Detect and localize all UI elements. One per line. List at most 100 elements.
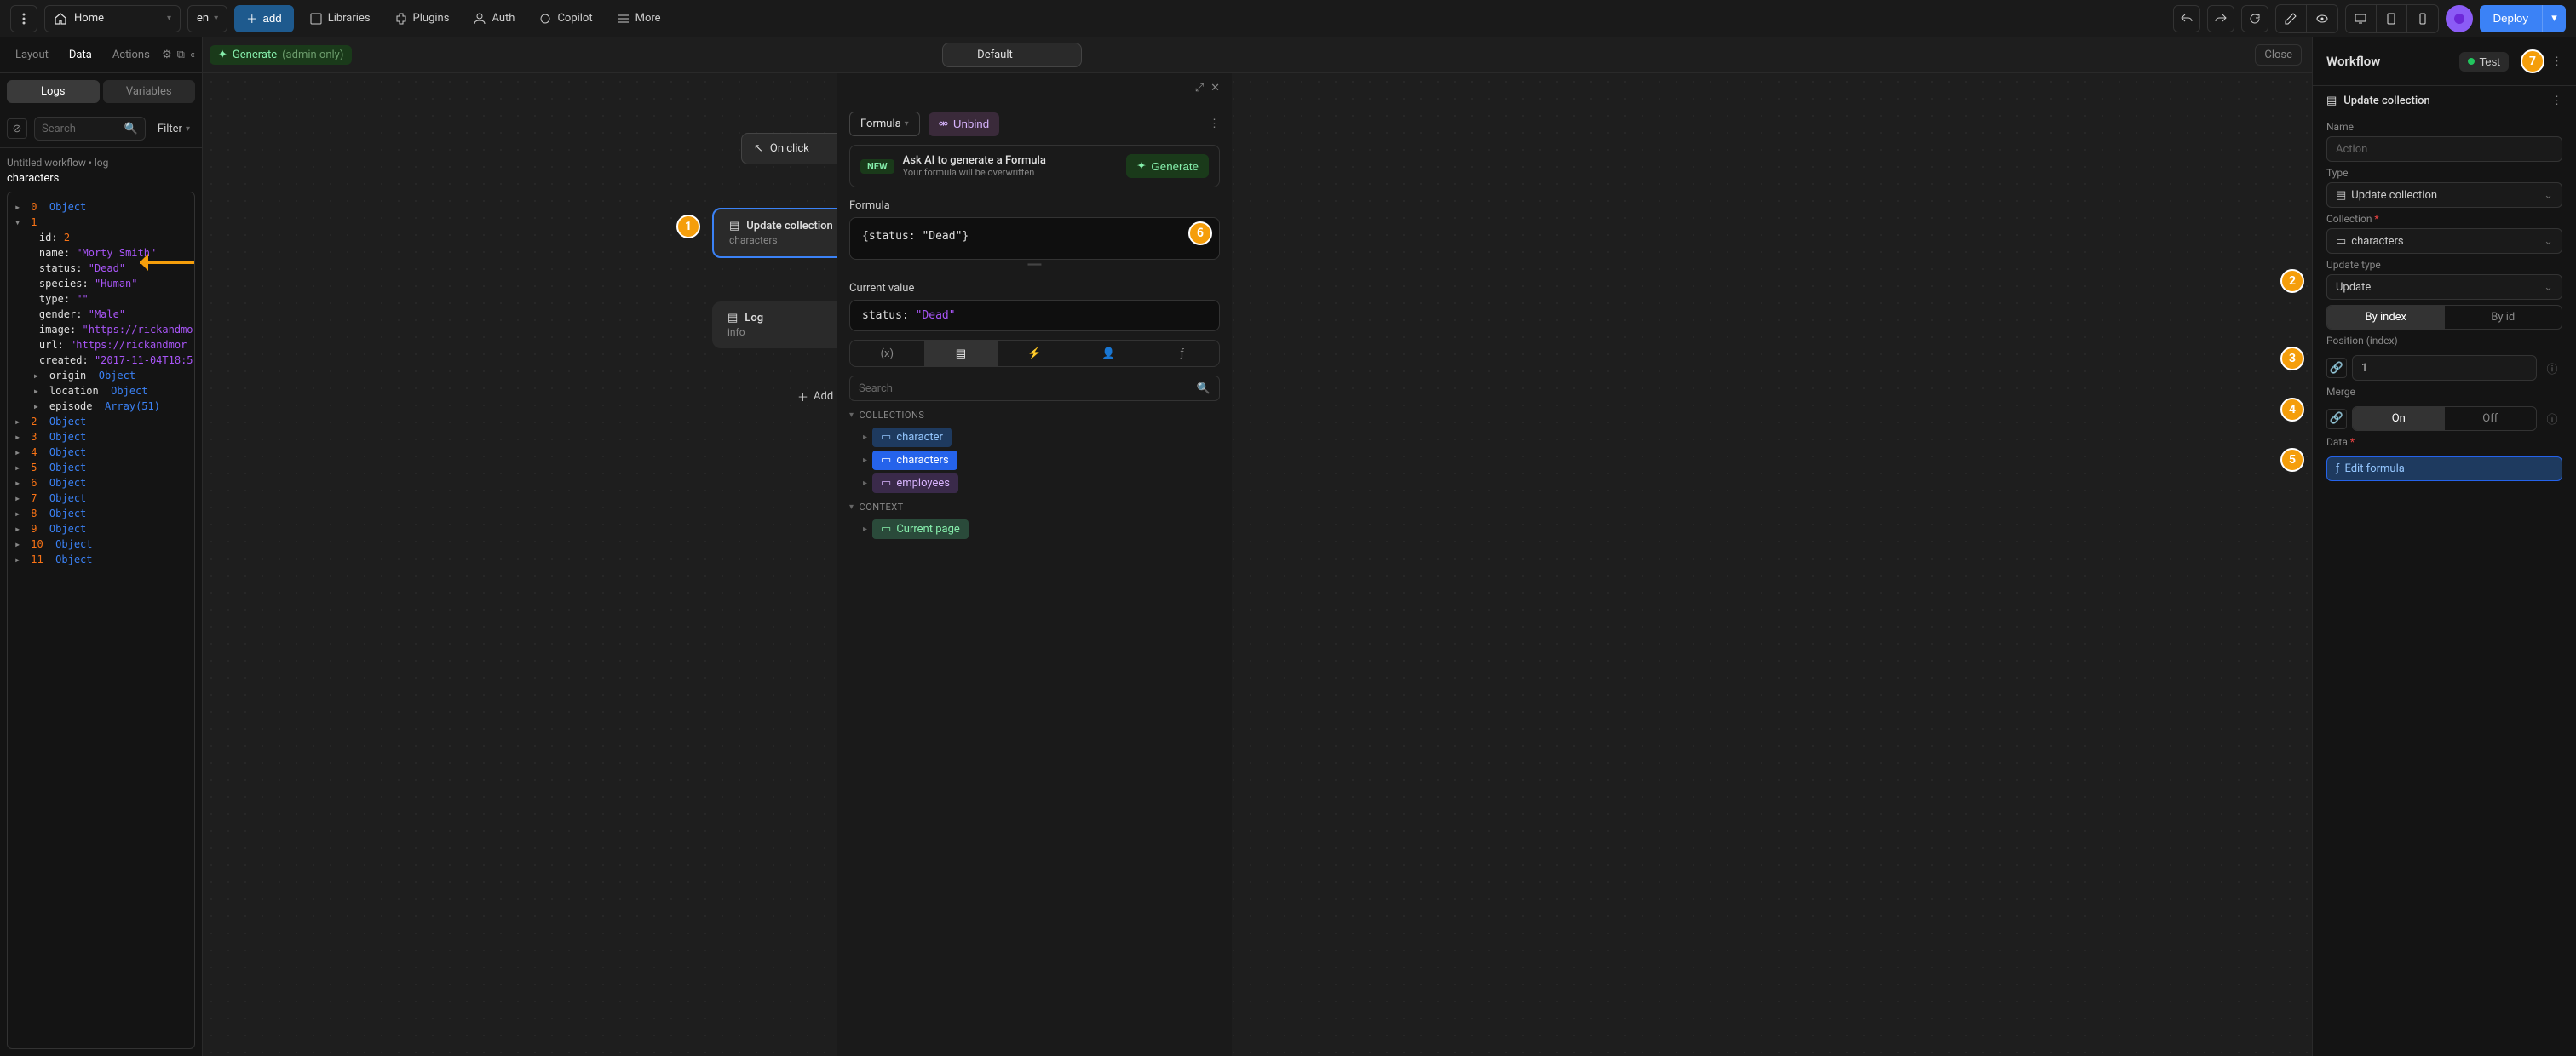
merge-info-button[interactable]: ⓘ bbox=[2542, 409, 2562, 429]
language-select[interactable]: en ▾ bbox=[187, 5, 227, 32]
collection-select[interactable]: ▭ characters bbox=[2326, 228, 2562, 254]
action-more-button[interactable]: ⋮ bbox=[2551, 95, 2562, 107]
close-button[interactable]: Close bbox=[2255, 44, 2302, 66]
field-label-data: Data bbox=[2326, 436, 2348, 448]
subtab-logs[interactable]: Logs bbox=[7, 80, 100, 103]
tab-action[interactable]: ⚡ bbox=[998, 341, 1072, 366]
language-label: en bbox=[197, 12, 209, 25]
redo-button[interactable] bbox=[2207, 5, 2234, 32]
caret-icon[interactable]: ▾ bbox=[14, 215, 25, 230]
chevron-right-icon[interactable]: ▸ bbox=[863, 479, 867, 488]
refresh-button[interactable] bbox=[2241, 5, 2268, 32]
mobile-device[interactable] bbox=[2407, 5, 2438, 32]
workflow-more-button[interactable]: ⋮ bbox=[2551, 55, 2562, 68]
unbind-button[interactable]: ⚮ Unbind bbox=[929, 112, 999, 136]
page-select[interactable]: Home ▾ bbox=[44, 5, 181, 32]
caret-icon[interactable]: ▸ bbox=[33, 399, 43, 414]
tab-variable[interactable]: (x) bbox=[850, 341, 924, 366]
by-index-option[interactable]: By index bbox=[2327, 306, 2445, 329]
caret-icon[interactable]: ▸ bbox=[14, 199, 25, 215]
libraries-menu[interactable]: Libraries bbox=[301, 5, 379, 32]
copilot-menu[interactable]: Copilot bbox=[530, 5, 601, 32]
chevron-right-icon[interactable]: ▸ bbox=[863, 456, 867, 465]
bind-position-button[interactable]: 🔗 bbox=[2326, 358, 2347, 378]
tab-layout[interactable]: Layout bbox=[7, 43, 57, 66]
context-current-page[interactable]: ▭Current page bbox=[872, 519, 969, 539]
caret-icon[interactable]: ▸ bbox=[14, 429, 25, 445]
edit-mode[interactable] bbox=[2276, 5, 2307, 32]
subtab-variables[interactable]: Variables bbox=[103, 80, 196, 103]
formula-input[interactable]: {status: "Dead"} 6 bbox=[849, 217, 1220, 260]
position-info-button[interactable]: ⓘ bbox=[2542, 358, 2562, 378]
plugins-menu[interactable]: Plugins bbox=[386, 5, 458, 32]
collection-character[interactable]: ▭character bbox=[872, 428, 952, 447]
caret-icon[interactable]: ▸ bbox=[14, 460, 25, 475]
caret-icon[interactable]: ▸ bbox=[14, 506, 25, 521]
edit-formula-button[interactable]: ƒ Edit formula bbox=[2326, 456, 2562, 481]
ai-generate-button[interactable]: ✦ Generate bbox=[1126, 154, 1209, 178]
tab-formula[interactable]: ƒ bbox=[1145, 341, 1219, 366]
variant-select[interactable]: Default bbox=[942, 43, 1082, 67]
user-avatar[interactable] bbox=[2446, 5, 2473, 32]
caret-icon[interactable]: ▸ bbox=[14, 414, 25, 429]
caret-icon[interactable]: ▸ bbox=[14, 445, 25, 460]
filter-button[interactable]: Filter ▾ bbox=[152, 123, 195, 135]
more-menu[interactable]: More bbox=[608, 5, 670, 32]
generate-chip[interactable]: ✦ Generate (admin only) bbox=[210, 45, 352, 65]
caret-icon[interactable]: ▸ bbox=[33, 383, 43, 399]
current-value-label: Current value bbox=[837, 270, 1232, 300]
section-context[interactable]: ▾ CONTEXT bbox=[837, 493, 1232, 516]
menu-button[interactable] bbox=[10, 5, 37, 32]
caret-icon[interactable]: ▸ bbox=[14, 475, 25, 491]
merge-on[interactable]: On bbox=[2353, 407, 2445, 430]
chevron-right-icon[interactable]: ▸ bbox=[863, 525, 867, 534]
settings-icon[interactable]: ⚙ bbox=[162, 49, 172, 61]
desktop-device[interactable] bbox=[2346, 5, 2377, 32]
undo-button[interactable] bbox=[2173, 5, 2200, 32]
clear-button[interactable]: ⊘ bbox=[7, 118, 27, 139]
copy-icon[interactable]: ⧉ bbox=[177, 49, 185, 61]
tab-user[interactable]: 👤 bbox=[1072, 341, 1146, 366]
collection-characters[interactable]: ▭characters bbox=[872, 451, 957, 470]
chevron-right-icon[interactable]: ▸ bbox=[863, 433, 867, 442]
add-node-button[interactable]: ＋ Add bbox=[797, 388, 833, 405]
device-toggle bbox=[2345, 4, 2439, 33]
caret-icon[interactable]: ▸ bbox=[14, 521, 25, 537]
merge-off[interactable]: Off bbox=[2445, 407, 2537, 430]
resize-handle[interactable]: ━━ bbox=[837, 260, 1232, 270]
trigger-node[interactable]: ↖ On click bbox=[741, 133, 844, 164]
undo-icon bbox=[2180, 12, 2194, 26]
test-button[interactable]: Test bbox=[2459, 52, 2509, 72]
tablet-device[interactable] bbox=[2377, 5, 2407, 32]
caret-icon[interactable]: ▸ bbox=[14, 491, 25, 506]
close-panel-button[interactable]: ✕ bbox=[1210, 82, 1220, 95]
more-options-button[interactable]: ⋮ bbox=[1209, 118, 1220, 130]
add-button[interactable]: ＋ add bbox=[234, 5, 294, 32]
caret-icon[interactable]: ▸ bbox=[14, 537, 25, 552]
deploy-button[interactable]: Deploy bbox=[2480, 5, 2543, 32]
cursor-icon: ↖ bbox=[754, 142, 763, 155]
auth-menu[interactable]: Auth bbox=[464, 5, 523, 32]
type-select[interactable]: ▤ Update collection bbox=[2326, 182, 2562, 208]
search-input[interactable]: Search 🔍 bbox=[34, 117, 146, 141]
formula-type-select[interactable]: Formula ▾ bbox=[849, 112, 920, 136]
add-label: Add bbox=[814, 390, 833, 403]
caret-icon[interactable]: ▸ bbox=[33, 368, 43, 383]
workflow-canvas[interactable]: ↖ On click 1 ▤ Update collection charact… bbox=[203, 73, 2312, 1056]
binding-search[interactable]: Search 🔍 bbox=[849, 376, 1220, 401]
deploy-dropdown[interactable]: ▾ bbox=[2542, 5, 2566, 32]
collapse-icon[interactable]: « bbox=[190, 49, 195, 61]
position-input[interactable]: 1 bbox=[2352, 355, 2537, 381]
section-collections[interactable]: ▾ COLLECTIONS bbox=[837, 401, 1232, 424]
caret-icon[interactable]: ▸ bbox=[14, 552, 25, 567]
tab-actions[interactable]: Actions bbox=[104, 43, 158, 66]
name-input[interactable]: Action bbox=[2326, 136, 2562, 162]
by-id-option[interactable]: By id bbox=[2445, 306, 2562, 329]
update-type-select[interactable]: Update bbox=[2326, 274, 2562, 300]
preview-mode[interactable] bbox=[2307, 5, 2337, 32]
bind-merge-button[interactable]: 🔗 bbox=[2326, 409, 2347, 429]
tab-data[interactable]: Data bbox=[60, 43, 101, 66]
expand-button[interactable]: ⤢ bbox=[1195, 82, 1204, 95]
tab-collection[interactable]: ▤ bbox=[924, 341, 998, 366]
collection-employees[interactable]: ▭employees bbox=[872, 473, 958, 493]
